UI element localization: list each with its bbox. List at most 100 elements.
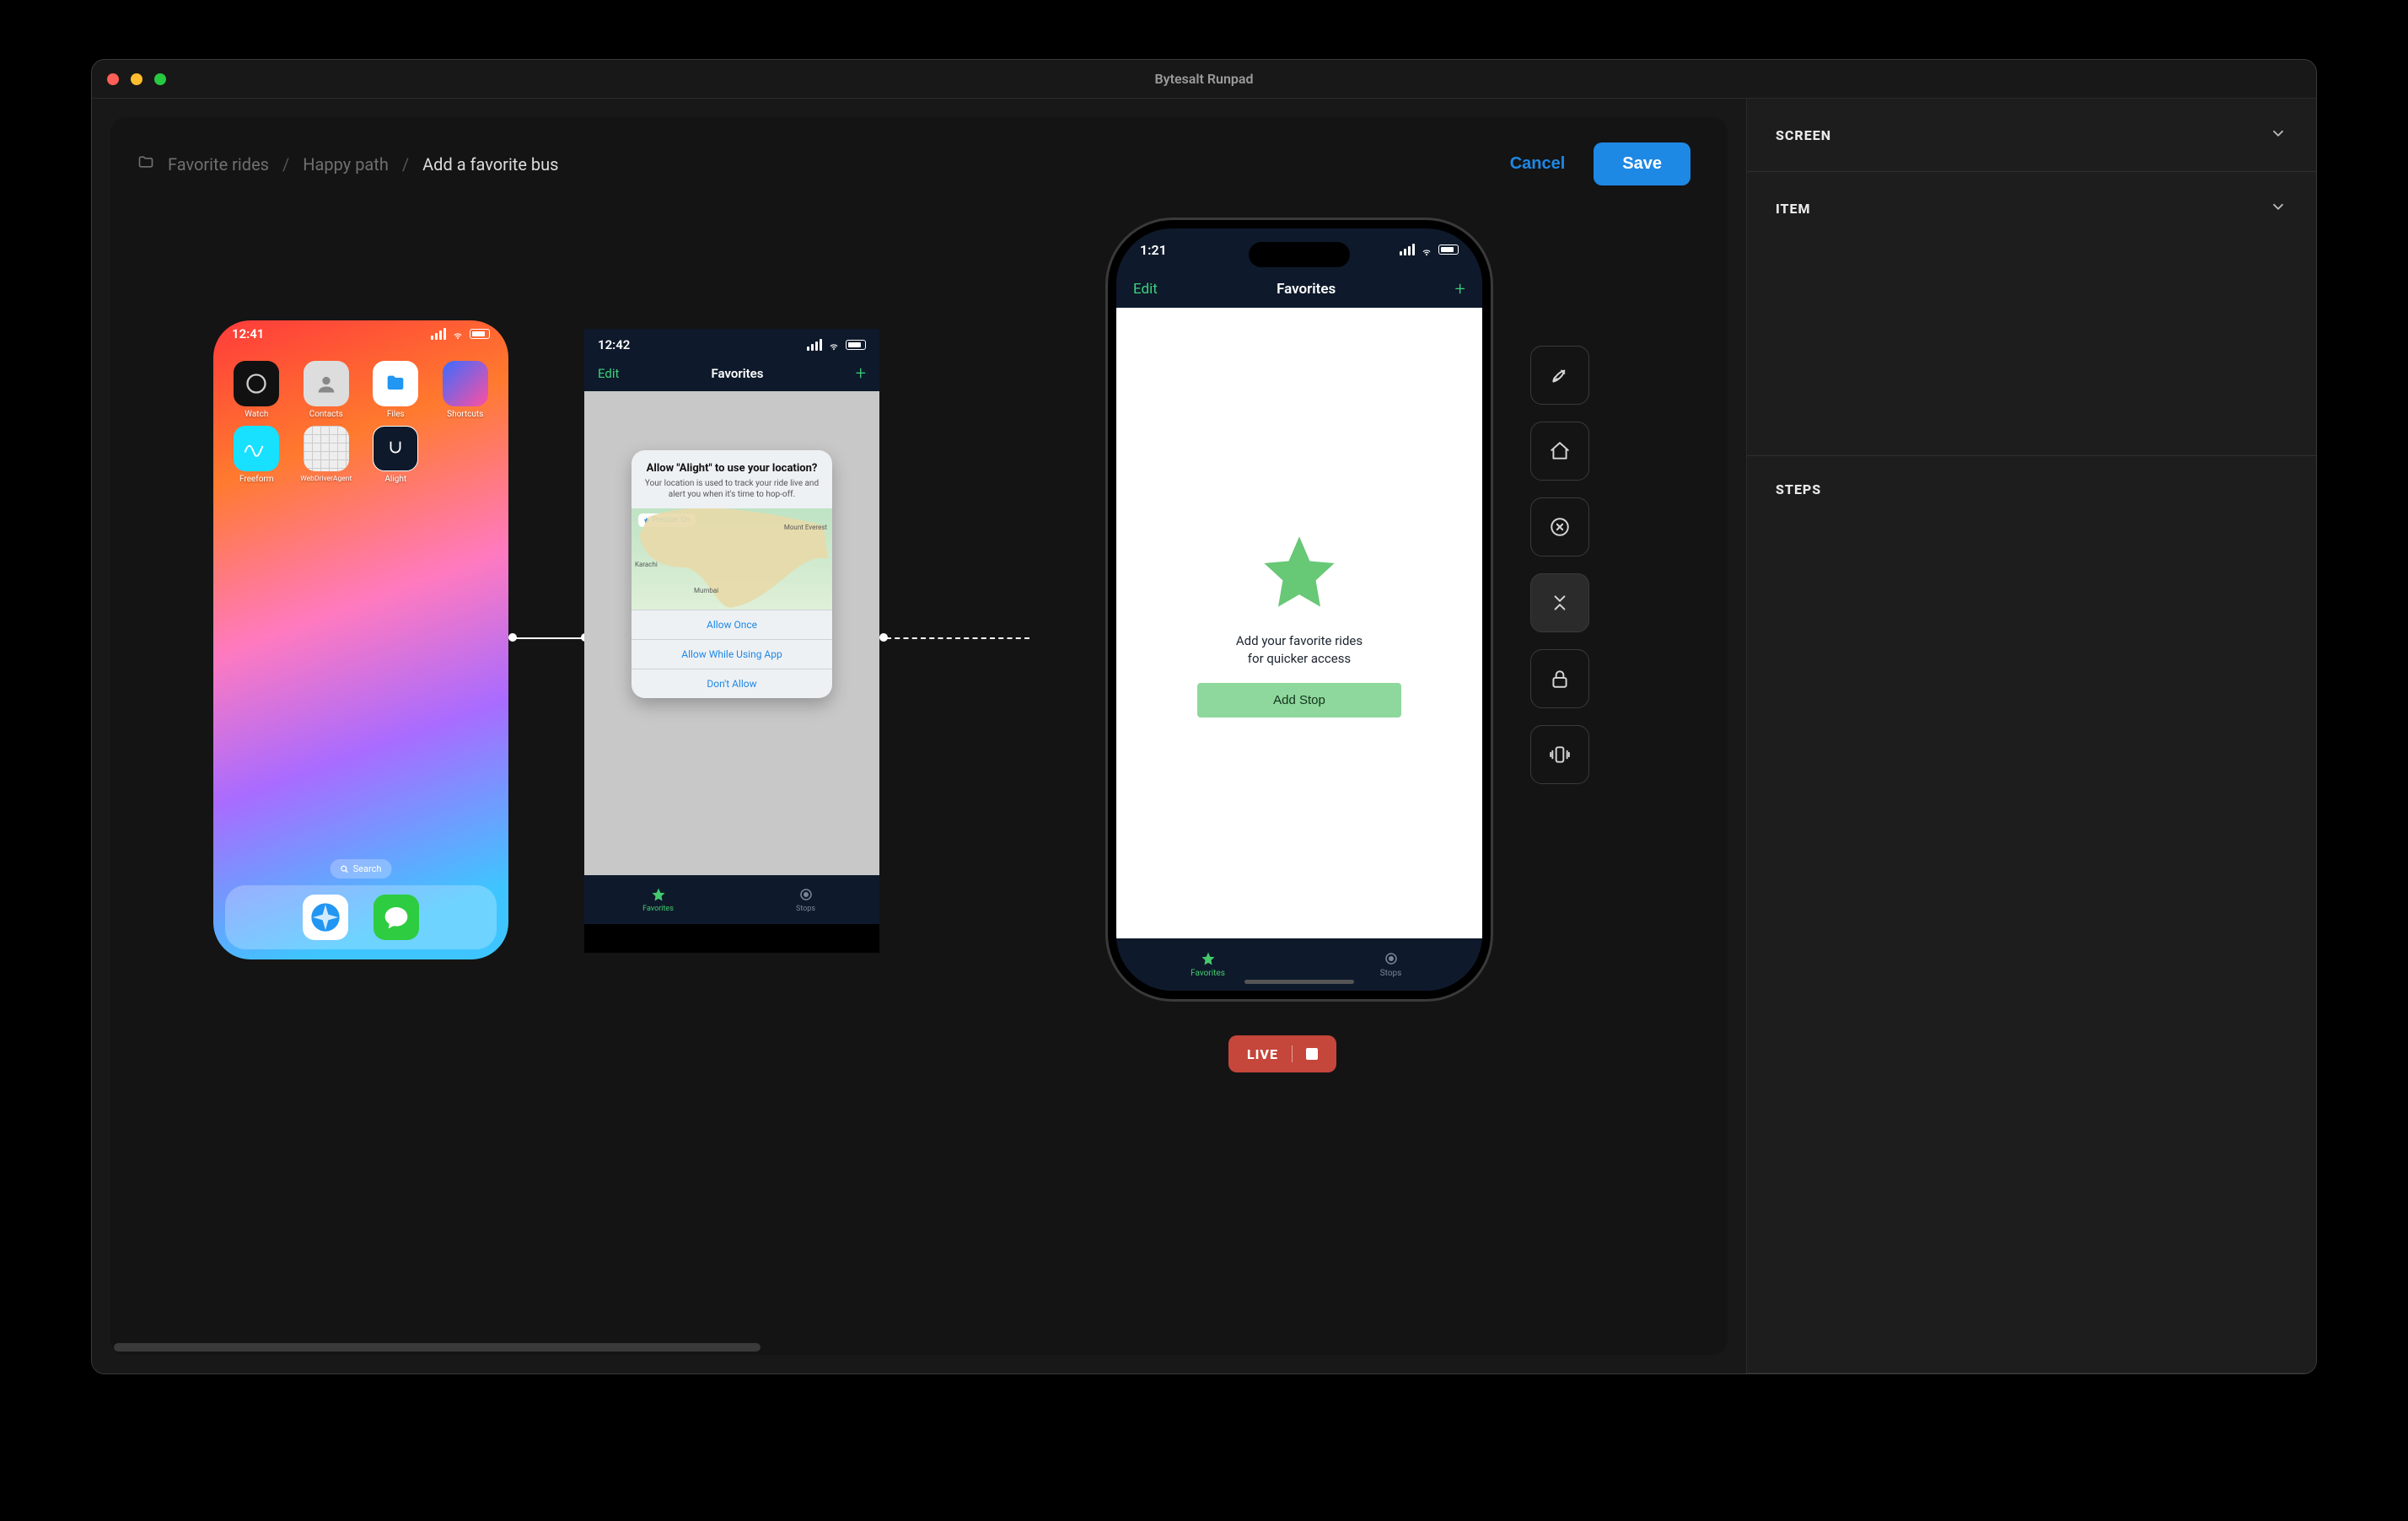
- status-time: 12:41: [232, 326, 264, 341]
- empty-message: Add your favorite rides for quicker acce…: [1236, 632, 1363, 668]
- wifi-icon: [1420, 245, 1433, 255]
- save-button[interactable]: Save: [1594, 142, 1690, 185]
- star-icon: [1257, 529, 1341, 617]
- tool-vibrate[interactable]: [1530, 725, 1589, 784]
- nav-plus[interactable]: +: [856, 363, 866, 384]
- app-icon[interactable]: Alight: [363, 426, 429, 484]
- tab-stops[interactable]: Stops: [732, 875, 879, 924]
- nav-title: Favorites: [1277, 281, 1336, 298]
- app-grid: Watch Contacts Files Shortcuts Freeform …: [213, 361, 508, 484]
- live-label: LIVE: [1247, 1046, 1278, 1062]
- status-time: 1:21: [1140, 242, 1167, 258]
- section-item-label: ITEM: [1776, 201, 1811, 217]
- breadcrumb: Favorite rides / Happy path / Add a favo…: [137, 153, 559, 175]
- folder-icon: [137, 153, 154, 175]
- wifi-icon: [827, 340, 841, 350]
- perm-title: Allow "Alight" to use your location?: [643, 462, 820, 475]
- perm-allow-while[interactable]: Allow While Using App: [632, 639, 832, 669]
- perm-sub: Your location is used to track your ride…: [632, 478, 832, 508]
- screenshot-permission[interactable]: 12:42 Edit Fav: [584, 329, 879, 953]
- search-pill[interactable]: Search: [331, 859, 392, 879]
- favorites-navbar: Edit Favorites +: [1116, 271, 1482, 308]
- perm-allow-once[interactable]: Allow Once: [632, 610, 832, 639]
- crumb-sep: /: [282, 154, 289, 175]
- top-actions: Cancel Save: [1510, 142, 1690, 185]
- app-icon[interactable]: Files: [363, 361, 429, 419]
- section-screen-label: SCREEN: [1776, 127, 1831, 143]
- battery-icon: [846, 340, 866, 350]
- traffic-light-max[interactable]: [154, 73, 166, 85]
- ios-statusbar: 12:41: [213, 320, 508, 347]
- permission-card: Allow "Alight" to use your location? You…: [632, 450, 832, 698]
- chevron-down-icon: [2269, 197, 2287, 219]
- section-screen-head[interactable]: SCREEN: [1747, 99, 2316, 171]
- scrollbar-thumb[interactable]: [114, 1343, 761, 1352]
- mac-window: Bytesalt Runpad Favorite rides / Happy p…: [91, 59, 2317, 1374]
- app-icon[interactable]: Contacts: [293, 361, 360, 419]
- cancel-button[interactable]: Cancel: [1510, 154, 1566, 174]
- app-icon[interactable]: WebDriverAgent: [293, 426, 360, 484]
- crumb-2: Add a favorite bus: [422, 154, 558, 175]
- dynamic-island: [1249, 242, 1350, 267]
- chevron-down-icon: [2269, 124, 2287, 146]
- tool-lock[interactable]: [1530, 649, 1589, 708]
- wire-dashed: [886, 637, 1029, 639]
- add-stop-button[interactable]: Add Stop: [1197, 683, 1401, 718]
- favorites-navbar: Edit Favorites +: [584, 356, 879, 391]
- device-tool-column: [1530, 346, 1589, 784]
- signal-icon: [431, 328, 446, 340]
- titlebar: Bytesalt Runpad: [92, 60, 2316, 99]
- section-steps: STEPS: [1747, 456, 2316, 1373]
- favorites-empty-state: Add your favorite rides for quicker acce…: [1116, 308, 1482, 938]
- section-steps-label: STEPS: [1776, 481, 1821, 497]
- topbar: Favorite rides / Happy path / Add a favo…: [110, 117, 1728, 185]
- perm-background: Allow "Alight" to use your location? You…: [584, 391, 879, 875]
- horizontal-scrollbar[interactable]: [110, 1340, 1728, 1355]
- wifi-icon: [451, 329, 465, 339]
- app-icon[interactable]: Freeform: [223, 426, 290, 484]
- perm-dont-allow[interactable]: Don't Allow: [632, 669, 832, 698]
- battery-icon: [470, 329, 490, 339]
- tool-rocket[interactable]: [1530, 346, 1589, 405]
- screenshot-home[interactable]: 12:41 Watch Contacts: [213, 320, 508, 959]
- signal-icon: [1400, 244, 1415, 255]
- window-body: Favorite rides / Happy path / Add a favo…: [92, 99, 2316, 1373]
- live-badge[interactable]: LIVE: [1228, 1035, 1336, 1072]
- canvas-panel: Favorite rides / Happy path / Add a favo…: [92, 99, 1746, 1373]
- canvas-inner: Favorite rides / Happy path / Add a favo…: [110, 117, 1728, 1355]
- canvas-stage[interactable]: 12:41 Watch Contacts: [110, 185, 1728, 1355]
- dock-messages[interactable]: [374, 895, 419, 940]
- wire: [515, 637, 583, 639]
- ios-statusbar: 12:42: [598, 334, 866, 356]
- section-item: ITEM: [1747, 172, 2316, 456]
- crumb-1[interactable]: Happy path: [303, 154, 389, 175]
- nav-edit[interactable]: Edit: [598, 366, 619, 381]
- crumb-sep: /: [402, 154, 409, 175]
- traffic-light-close[interactable]: [107, 73, 119, 85]
- section-item-head[interactable]: ITEM: [1747, 172, 2316, 245]
- tab-favorites[interactable]: Favorites: [584, 875, 732, 924]
- app-icon[interactable]: Watch: [223, 361, 290, 419]
- nav-plus[interactable]: +: [1455, 279, 1465, 300]
- tabbar: Favorites Stops: [584, 875, 879, 924]
- dock-safari[interactable]: [303, 895, 348, 940]
- section-screen: SCREEN: [1747, 99, 2316, 172]
- tool-collapse[interactable]: [1530, 573, 1589, 632]
- app-icon[interactable]: Shortcuts: [433, 361, 499, 419]
- live-device-screen[interactable]: 1:21 Edit Favorites: [1116, 228, 1482, 991]
- traffic-light-min[interactable]: [131, 73, 142, 85]
- dock: [225, 885, 497, 949]
- battery-icon: [1438, 245, 1459, 255]
- nav-edit[interactable]: Edit: [1133, 281, 1158, 298]
- window-title: Bytesalt Runpad: [1154, 71, 1253, 87]
- stop-icon[interactable]: [1306, 1048, 1318, 1060]
- home-indicator: [1244, 980, 1354, 984]
- live-device-frame: 1:21 Edit Favorites: [1105, 218, 1493, 1002]
- signal-icon: [807, 339, 822, 351]
- viewport: Bytesalt Runpad Favorite rides / Happy p…: [0, 0, 2408, 1521]
- tool-close[interactable]: [1530, 497, 1589, 556]
- section-steps-head[interactable]: STEPS: [1747, 456, 2316, 523]
- crumb-0[interactable]: Favorite rides: [168, 154, 269, 175]
- inspector-panel: SCREEN ITEM STEPS: [1746, 99, 2316, 1373]
- tool-home[interactable]: [1530, 422, 1589, 481]
